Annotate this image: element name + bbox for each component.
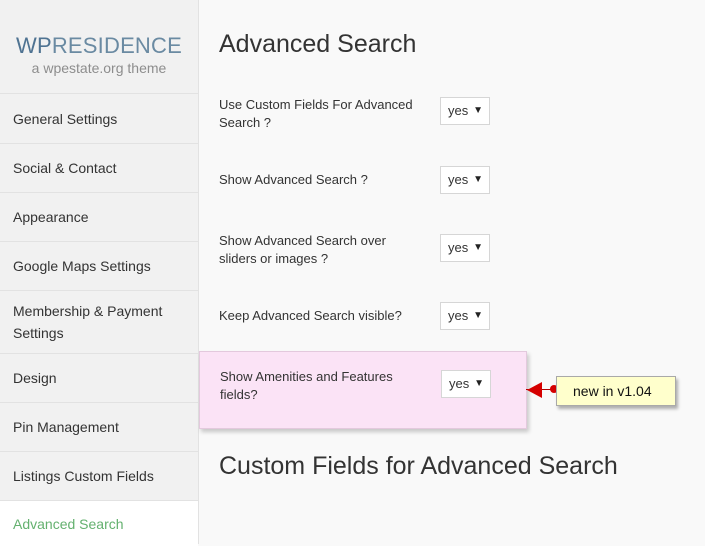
annotation-note: new in v1.04 [556,376,676,406]
logo-tagline: a wpestate.org theme [31,60,167,76]
logo-title: WPRESIDENCE [0,0,198,59]
sidebar-item-label: Pin Management [13,419,119,435]
setting-label: Keep Advanced Search visible? [219,308,402,323]
setting-label: Use Custom Fields For Advanced Search ? [219,97,413,130]
sidebar-item-general-settings[interactable]: General Settings [0,93,198,143]
amenities-select[interactable]: yes ▼ [441,370,491,398]
sidebar-item-label: Social & Contact [13,160,117,176]
sidebar-item-google-maps-settings[interactable]: Google Maps Settings [0,241,198,290]
sidebar-item-label: General Settings [13,110,118,127]
sidebar-item-label: Membership & Payment Settings [13,303,163,341]
select-value: yes [448,308,469,323]
custom-fields-select[interactable]: yes ▼ [440,97,490,125]
arrow-left-icon [527,382,542,398]
logo-residence: RESIDENCE [51,33,182,58]
sidebar-item-design[interactable]: Design [0,353,198,402]
sidebar-item-advanced-search[interactable]: Advanced Search [0,500,198,546]
caret-down-icon: ▼ [474,378,484,389]
select-value: yes [448,240,469,255]
sidebar-item-label: Listings Custom Fields [13,468,154,484]
sidebar-item-pin-management[interactable]: Pin Management [0,402,198,451]
sidebar: WPRESIDENCE a wpestate.org theme General… [0,0,199,546]
setting-label: Show Advanced Search ? [219,172,368,187]
logo-wp: WP [15,33,52,58]
page-title: Advanced Search [219,30,417,58]
setting-row-show-advanced-search: Show Advanced Search ? yes ▼ [199,166,527,196]
sidebar-item-appearance[interactable]: Appearance [0,192,198,241]
select-value: yes [449,376,470,391]
setting-row-amenities-highlighted: Show Amenities and Features fields? yes ▼ [199,351,527,429]
caret-down-icon: ▼ [473,105,483,116]
sidebar-item-listings-custom-fields[interactable]: Listings Custom Fields [0,451,198,500]
setting-label: Show Amenities and Features fields? [220,369,393,402]
sidebar-item-label: Appearance [13,209,89,225]
sidebar-item-social-contact[interactable]: Social & Contact [0,143,198,192]
setting-row-keep-visible: Keep Advanced Search visible? yes ▼ [199,302,527,332]
section-title-custom-fields: Custom Fields for Advanced Search [219,452,618,480]
over-sliders-select[interactable]: yes ▼ [440,234,490,262]
caret-down-icon: ▼ [473,174,483,185]
setting-row-over-sliders: Show Advanced Search over sliders or ima… [199,230,527,270]
sidebar-item-label: Design [13,370,57,386]
show-advanced-search-select[interactable]: yes ▼ [440,166,490,194]
caret-down-icon: ▼ [473,310,483,321]
sidebar-item-label: Google Maps Settings [13,258,151,274]
main-content: Advanced Search Use Custom Fields For Ad… [199,0,705,544]
caret-down-icon: ▼ [473,242,483,253]
keep-visible-select[interactable]: yes ▼ [440,302,490,330]
sidebar-item-label: Advanced Search [13,515,124,532]
setting-row-custom-fields: Use Custom Fields For Advanced Search ? … [199,94,527,134]
setting-label: Show Advanced Search over sliders or ima… [219,233,386,266]
logo: WPRESIDENCE a wpestate.org theme [0,0,198,93]
sidebar-item-membership-payment[interactable]: Membership & Payment Settings [0,290,198,353]
select-value: yes [448,172,469,187]
select-value: yes [448,103,469,118]
